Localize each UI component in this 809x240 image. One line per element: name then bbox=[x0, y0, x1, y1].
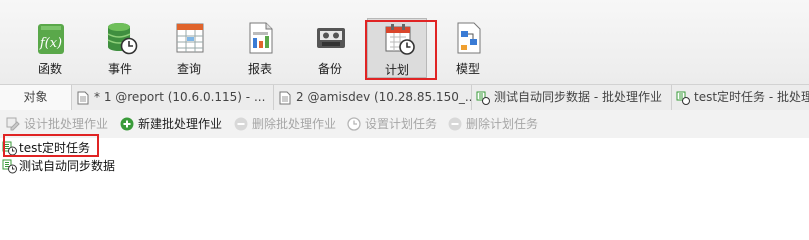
ribbon-button-queries[interactable]: 查询 bbox=[159, 18, 219, 78]
tab-batch-test[interactable]: test定时任务 - 批处理 bbox=[672, 85, 809, 111]
delete-icon bbox=[234, 117, 248, 131]
batch-job-icon bbox=[2, 141, 17, 156]
list-item-label: test定时任务 bbox=[19, 141, 91, 155]
tab-label: 测试自动同步数据 - 批处理作业 bbox=[494, 90, 662, 104]
backup-icon bbox=[317, 28, 345, 48]
calendar-clock-icon bbox=[385, 24, 415, 55]
ribbon-label-events: 事件 bbox=[107, 62, 132, 76]
tab-objects-label: 对象 bbox=[23, 90, 48, 104]
ribbon-label-reports: 报表 bbox=[247, 62, 272, 76]
ribbon-button-model[interactable]: 模型 bbox=[438, 18, 498, 78]
query-table-icon bbox=[176, 23, 204, 53]
tab-objects[interactable]: 对象 bbox=[0, 85, 72, 111]
tab-label: 2 @amisdev (10.28.85.150_... bbox=[296, 90, 472, 104]
tab-batch-sync[interactable]: 测试自动同步数据 - 批处理作业 bbox=[472, 85, 672, 111]
ribbon-button-reports[interactable]: 报表 bbox=[230, 18, 290, 78]
ribbon-label-model: 模型 bbox=[455, 62, 480, 76]
ribbon-button-functions[interactable]: f(x) 函数 bbox=[20, 18, 80, 78]
batch-job-icon bbox=[2, 159, 17, 174]
ribbon-label-backup: 备份 bbox=[317, 62, 342, 76]
ribbon-button-events[interactable]: 事件 bbox=[90, 18, 150, 78]
design-batch-icon bbox=[6, 117, 20, 131]
delete-icon bbox=[448, 117, 462, 131]
tab-query-amisdev[interactable]: 2 @amisdev (10.28.85.150_... bbox=[274, 85, 472, 111]
delete-schedule-label: 删除计划任务 bbox=[466, 117, 539, 131]
document-tab-icon bbox=[77, 91, 89, 105]
function-icon: f(x) bbox=[38, 24, 64, 54]
set-schedule-label: 设置计划任务 bbox=[365, 117, 438, 131]
document-tab-icon bbox=[279, 91, 291, 105]
object-toolbar: 设计批处理作业 新建批处理作业 删除批处理作业 设置计划任务 删除计划任务 bbox=[0, 110, 809, 139]
ribbon-toolbar: f(x) 函数 事件 查询 报表 备份 计划 模型 bbox=[0, 0, 809, 84]
batch-job-icon bbox=[476, 91, 490, 105]
add-icon bbox=[120, 117, 134, 131]
tab-strip: 对象 * 1 @report (10.6.0.115) - ... 2 @ami… bbox=[0, 84, 809, 112]
batch-job-icon bbox=[676, 91, 690, 105]
svg-text:f(x): f(x) bbox=[39, 36, 62, 51]
batch-job-list: test定时任务 测试自动同步数据 bbox=[0, 138, 809, 220]
ribbon-label-schedule: 计划 bbox=[384, 63, 409, 77]
tab-query-report[interactable]: * 1 @report (10.6.0.115) - ... bbox=[72, 85, 274, 111]
list-item-label: 测试自动同步数据 bbox=[19, 159, 116, 173]
delete-batch-job-label: 删除批处理作业 bbox=[252, 117, 337, 131]
ribbon-button-backup[interactable]: 备份 bbox=[300, 18, 360, 78]
new-batch-job-label: 新建批处理作业 bbox=[138, 117, 223, 131]
ribbon-label-functions: 函数 bbox=[37, 62, 62, 76]
ribbon-button-schedule[interactable]: 计划 bbox=[367, 18, 427, 78]
tab-label: * 1 @report (10.6.0.115) - ... bbox=[94, 90, 266, 104]
tab-label: test定时任务 - 批处理 bbox=[694, 90, 809, 104]
report-icon bbox=[249, 22, 273, 54]
event-database-icon bbox=[107, 23, 138, 55]
clock-icon bbox=[347, 117, 361, 131]
model-icon bbox=[457, 22, 481, 54]
design-batch-job-label: 设计批处理作业 bbox=[24, 117, 109, 131]
ribbon-label-queries: 查询 bbox=[176, 62, 201, 76]
